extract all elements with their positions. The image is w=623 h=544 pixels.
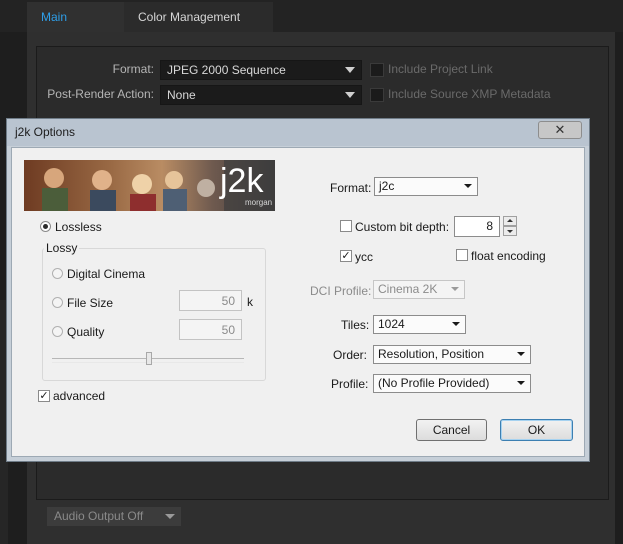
chevron-down-icon bbox=[517, 381, 525, 385]
bit-depth-down-arrow-icon[interactable] bbox=[503, 226, 517, 236]
tiles-combo[interactable]: 1024 bbox=[373, 315, 466, 334]
post-render-select[interactable]: None bbox=[160, 85, 362, 105]
post-render-label: Post-Render Action: bbox=[47, 87, 154, 101]
dci-profile-value: Cinema 2K bbox=[378, 282, 438, 296]
ycc-checkbox[interactable]: ✓ bbox=[340, 250, 352, 262]
check-icon: ✓ bbox=[341, 250, 351, 262]
ok-button[interactable]: OK bbox=[500, 419, 573, 441]
tab-bar: Main Options Color Management bbox=[0, 0, 623, 54]
float-encoding-checkbox[interactable] bbox=[456, 249, 468, 261]
file-size-unit: k bbox=[247, 295, 253, 309]
include-project-link-checkbox[interactable] bbox=[370, 63, 384, 77]
bit-depth-field[interactable]: 8 bbox=[454, 216, 500, 237]
chevron-down-icon bbox=[345, 92, 355, 98]
file-size-radio[interactable] bbox=[52, 297, 63, 308]
lossy-group-title: Lossy bbox=[44, 241, 80, 255]
chevron-down-icon bbox=[452, 322, 460, 326]
chevron-down-icon bbox=[165, 514, 175, 519]
tab-color-management[interactable]: Color Management bbox=[124, 2, 273, 32]
dci-profile-combo[interactable]: Cinema 2K bbox=[373, 280, 465, 299]
dialog-titlebar[interactable]: j2k Options ✕ bbox=[7, 119, 589, 146]
tiles-label: Tiles: bbox=[341, 318, 370, 332]
j2k-banner-image: j2k morgan bbox=[24, 160, 275, 211]
advanced-label: advanced bbox=[53, 389, 106, 403]
close-button[interactable]: ✕ bbox=[538, 121, 582, 139]
custom-bit-depth-checkbox[interactable] bbox=[340, 220, 352, 232]
advanced-checkbox[interactable]: ✓ bbox=[38, 390, 50, 402]
tab-main-options[interactable]: Main Options bbox=[27, 2, 124, 54]
check-icon: ✓ bbox=[39, 390, 49, 402]
format-select-value: JPEG 2000 Sequence bbox=[167, 63, 286, 77]
format-combo[interactable]: j2c bbox=[374, 177, 478, 196]
format-label-bg: Format: bbox=[112, 62, 154, 76]
quality-field[interactable]: 50 bbox=[179, 319, 242, 340]
chevron-down-icon bbox=[345, 67, 355, 73]
digital-cinema-label: Digital Cinema bbox=[67, 267, 146, 281]
lossless-radio[interactable] bbox=[40, 221, 51, 232]
profile-value: (No Profile Provided) bbox=[378, 376, 490, 390]
custom-bit-depth-label: Custom bit depth: bbox=[355, 220, 450, 234]
tiles-value: 1024 bbox=[378, 317, 405, 331]
dci-profile-label: DCI Profile: bbox=[310, 284, 372, 298]
quality-slider-thumb[interactable] bbox=[146, 352, 152, 365]
chevron-down-icon bbox=[464, 184, 472, 188]
order-combo[interactable]: Resolution, Position bbox=[373, 345, 531, 364]
dialog-body: j2k morgan Lossless Lossy Digital Cinema… bbox=[11, 147, 585, 457]
close-icon: ✕ bbox=[554, 122, 566, 137]
audio-output-value: Audio Output Off bbox=[54, 509, 144, 523]
post-render-value: None bbox=[167, 88, 196, 102]
banner-subtext: morgan bbox=[245, 198, 273, 207]
profile-label: Profile: bbox=[331, 377, 369, 391]
audio-output-select[interactable]: Audio Output Off bbox=[47, 507, 181, 526]
lossless-label: Lossless bbox=[55, 220, 102, 234]
include-xmp-label: Include Source XMP Metadata bbox=[388, 87, 551, 101]
banner-j2k-text: j2k bbox=[220, 162, 264, 200]
file-size-label: File Size bbox=[67, 296, 114, 310]
order-label: Order: bbox=[333, 348, 368, 362]
cancel-button[interactable]: Cancel bbox=[416, 419, 487, 441]
chevron-down-icon bbox=[451, 287, 459, 291]
chevron-down-icon bbox=[517, 352, 525, 356]
bit-depth-up-arrow-icon[interactable] bbox=[503, 216, 517, 226]
digital-cinema-radio[interactable] bbox=[52, 268, 63, 279]
order-value: Resolution, Position bbox=[378, 347, 485, 361]
format-combo-value: j2c bbox=[379, 179, 395, 193]
format-select-bg[interactable]: JPEG 2000 Sequence bbox=[160, 60, 362, 80]
j2k-options-dialog: j2k Options ✕ j2k morgan Lossless Lossy … bbox=[6, 118, 590, 462]
dialog-title: j2k Options bbox=[15, 125, 76, 139]
file-size-field[interactable]: 50 bbox=[179, 290, 242, 311]
ycc-label: ycc bbox=[355, 250, 373, 264]
include-project-link-label: Include Project Link bbox=[388, 62, 493, 76]
include-xmp-checkbox[interactable] bbox=[370, 88, 384, 102]
quality-radio[interactable] bbox=[52, 326, 63, 337]
format-label: Format: bbox=[330, 181, 372, 195]
float-encoding-label: float encoding bbox=[471, 249, 546, 263]
quality-label: Quality bbox=[67, 325, 105, 339]
profile-combo[interactable]: (No Profile Provided) bbox=[373, 374, 531, 393]
